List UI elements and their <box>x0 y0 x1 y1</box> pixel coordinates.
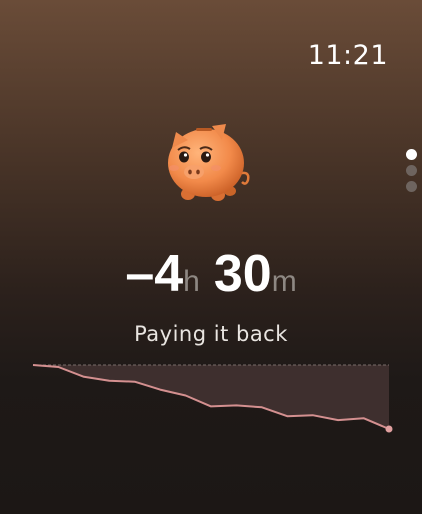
status-subtitle: Paying it back <box>134 322 288 346</box>
balance-sign: – <box>125 245 155 303</box>
sad-piggy-bank-icon <box>168 124 250 201</box>
status-time: 11:21 <box>307 40 388 71</box>
time-balance: –4h 30m <box>0 244 422 304</box>
chart-end-point <box>385 425 393 433</box>
balance-hours: 4 <box>154 245 184 303</box>
balance-minutes-unit: m <box>271 265 297 298</box>
balance-trend-chart <box>32 364 393 433</box>
balance-minutes: 30 <box>213 245 272 303</box>
page-dot-1[interactable] <box>406 149 417 160</box>
balance-hours-unit: h <box>183 265 200 298</box>
page-dot-3[interactable] <box>406 181 417 192</box>
page-indicator[interactable] <box>406 149 418 197</box>
page-dot-2[interactable] <box>406 165 417 176</box>
watch-screen: 11:21 –4h 30m Paying it back <box>0 0 422 514</box>
